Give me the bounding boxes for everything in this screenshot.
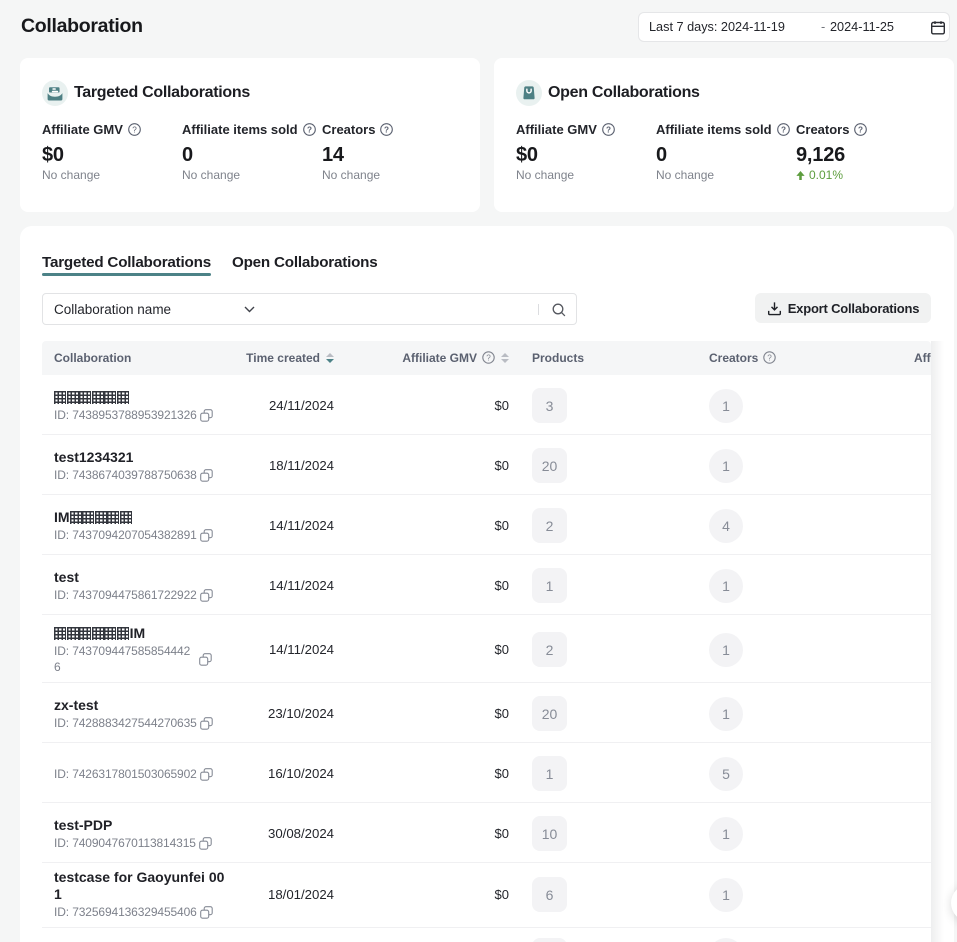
svg-text:?: ? — [606, 125, 611, 134]
svg-text:?: ? — [781, 125, 786, 134]
svg-text:?: ? — [768, 353, 773, 362]
svg-text:?: ? — [132, 125, 137, 134]
svg-text:?: ? — [486, 353, 491, 362]
svg-text:?: ? — [384, 125, 389, 134]
svg-text:?: ? — [858, 125, 863, 134]
svg-text:?: ? — [307, 125, 312, 134]
